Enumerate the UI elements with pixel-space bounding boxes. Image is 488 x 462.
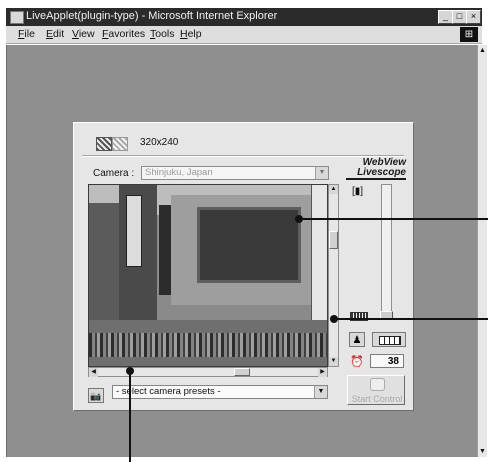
app-icon <box>10 11 24 24</box>
zoom-slider[interactable] <box>381 184 392 319</box>
menu-file[interactable]: File <box>18 28 35 40</box>
clock-icon: ⏰ <box>350 356 364 368</box>
windows-logo-icon: ⊞ <box>460 27 478 42</box>
resolution-small-icon[interactable] <box>96 137 112 151</box>
scroll-up-icon[interactable]: ▲ <box>478 46 487 55</box>
title-bar: LiveApplet(plugin-type) - Microsoft Inte… <box>6 8 482 26</box>
menu-edit[interactable]: Edit <box>46 28 64 40</box>
menu-view[interactable]: View <box>72 28 95 40</box>
menu-help[interactable]: Help <box>180 28 202 40</box>
control-timer: 38 <box>370 354 404 368</box>
camera-icon[interactable]: 📷 <box>88 388 104 403</box>
page-scrollbar[interactable]: ▲ ▼ <box>477 45 487 457</box>
close-button[interactable]: × <box>466 10 481 24</box>
resolution-label: 320x240 <box>140 137 179 148</box>
tilt-scrollbar[interactable]: ▲ ▼ <box>328 184 339 367</box>
live-video-image[interactable] <box>88 184 328 367</box>
tilt-up-icon[interactable]: ▲ <box>329 185 338 194</box>
start-control-button[interactable]: Start Control <box>347 375 405 405</box>
tilt-down-icon[interactable]: ▼ <box>329 357 338 366</box>
zoom-tele-icon[interactable]: [▮] <box>352 186 363 197</box>
minimize-button[interactable]: _ <box>438 10 453 24</box>
pan-right-icon[interactable]: ▶ <box>318 368 327 377</box>
pan-left-icon[interactable]: ◀ <box>89 368 98 377</box>
video-big-screen <box>197 207 301 283</box>
callout-line-video <box>301 218 488 220</box>
maximize-button[interactable]: □ <box>452 10 467 24</box>
pan-scroll-thumb[interactable] <box>234 368 250 376</box>
video-sign-vertical <box>159 205 171 295</box>
menu-tools[interactable]: Tools <box>150 28 175 40</box>
callout-line-pan <box>129 371 131 462</box>
backlight-person-icon[interactable]: ♟ <box>349 332 365 347</box>
video-sign-left <box>126 195 142 267</box>
camera-label: Camera : <box>93 168 135 179</box>
callout-line-tilt <box>336 318 488 320</box>
menu-favorites[interactable]: Favorites <box>102 28 145 40</box>
video-sign-right <box>311 185 327 335</box>
panorama-icon[interactable] <box>372 332 406 347</box>
preset-select-value: - select camera presets - <box>116 386 221 397</box>
camera-select-value: Shinjuku, Japan <box>145 167 213 178</box>
chevron-down-icon[interactable]: ▼ <box>314 386 327 398</box>
start-control-label: Start Control <box>351 394 403 404</box>
resolution-large-icon[interactable] <box>112 137 128 151</box>
video-crowd <box>89 333 327 357</box>
divider <box>82 155 404 157</box>
tilt-scroll-thumb[interactable] <box>329 231 338 249</box>
pan-scrollbar[interactable]: ◀ ▶ <box>88 367 328 377</box>
window-title: LiveApplet(plugin-type) - Microsoft Inte… <box>26 10 278 22</box>
chevron-down-icon[interactable]: ▼ <box>315 167 328 179</box>
webview-livescope-logo: WebView Livescope <box>346 158 406 180</box>
scroll-down-icon[interactable]: ▼ <box>478 447 487 456</box>
camera-presets-select[interactable]: - select camera presets - ▼ <box>112 385 328 399</box>
menu-bar: File Edit View Favorites Tools Help ⊞ <box>6 26 482 44</box>
camera-control-icon <box>370 378 385 391</box>
camera-select[interactable]: Shinjuku, Japan ▼ <box>141 166 329 180</box>
logo-line-2: Livescope <box>346 168 406 180</box>
